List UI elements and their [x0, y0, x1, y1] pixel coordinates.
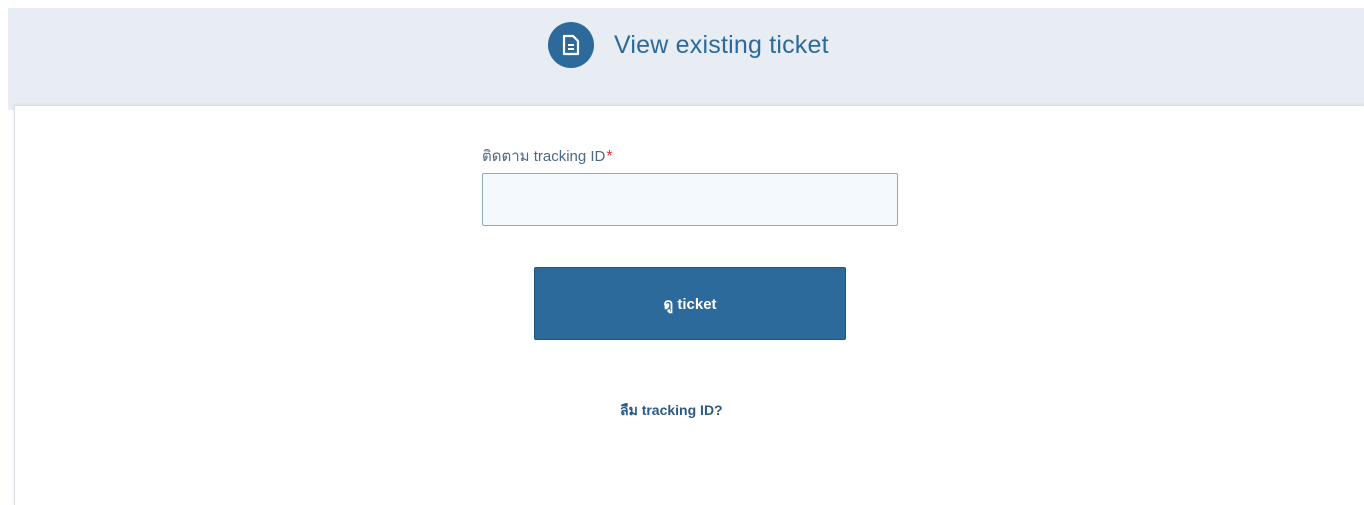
- tracking-id-label-text: ติดตาม tracking ID: [482, 148, 606, 165]
- page-title: View existing ticket: [614, 30, 829, 59]
- forgot-tracking-id-link[interactable]: ลืม tracking ID?: [620, 402, 723, 418]
- header-band: View existing ticket: [8, 8, 1364, 110]
- view-ticket-button[interactable]: ดู ticket: [534, 267, 846, 340]
- document-icon: [548, 22, 594, 68]
- view-ticket-page: View existing ticket ติดตาม tracking ID*…: [0, 0, 1364, 505]
- forgot-link-wrap: ลืม tracking ID?: [620, 400, 723, 422]
- header: View existing ticket: [548, 22, 829, 68]
- required-marker: *: [606, 148, 613, 165]
- tracking-id-label: ติดตาม tracking ID*: [482, 144, 613, 168]
- tracking-id-input[interactable]: [482, 173, 898, 226]
